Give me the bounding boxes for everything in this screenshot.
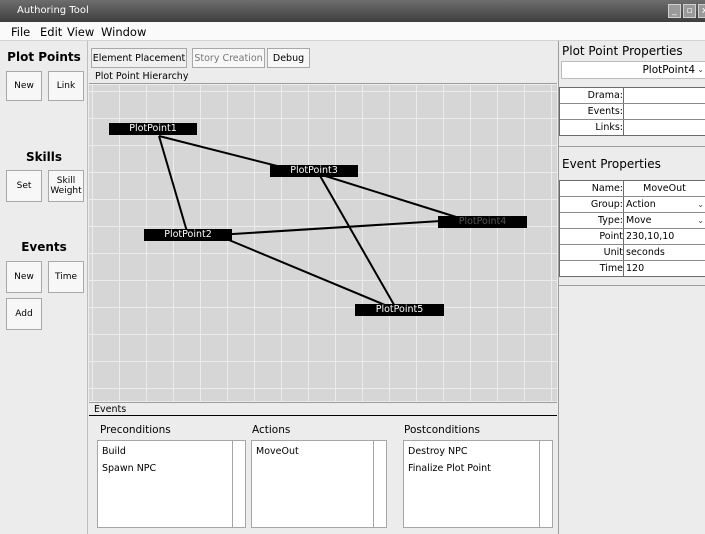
skills-heading: Skills	[25, 150, 63, 164]
menu-edit[interactable]: Edit	[40, 25, 62, 39]
divider	[559, 146, 705, 147]
set-skill-button[interactable]: Set	[6, 170, 42, 202]
property-row: Name: MoveOut	[560, 181, 705, 197]
preconditions-list[interactable]: Build Spawn NPC	[97, 440, 246, 528]
event-properties-table: Name: MoveOut Group: Action ⌄ Type: Move…	[559, 180, 705, 277]
property-label: Group:	[560, 197, 624, 212]
title-bar: Authoring Tool _ ▫ x	[0, 0, 705, 22]
skill-weight-label-line2: Weight	[50, 186, 82, 196]
event-unit-field[interactable]: seconds	[624, 245, 705, 260]
preconditions-heading: Preconditions	[100, 424, 171, 436]
new-plot-point-button[interactable]: New	[6, 71, 42, 101]
time-button[interactable]: Time	[48, 261, 84, 293]
chevron-down-icon[interactable]: ⌄	[697, 197, 704, 212]
divider	[559, 285, 705, 286]
menu-window[interactable]: Window	[101, 25, 146, 39]
events-field[interactable]	[624, 104, 705, 119]
plot-point-properties-heading: Plot Point Properties	[562, 44, 683, 58]
plot-point-node[interactable]: PlotPoint2	[144, 229, 232, 241]
list-item[interactable]: MoveOut	[256, 446, 299, 457]
skill-weight-label-line1: Skill	[56, 176, 76, 186]
property-label: Links:	[560, 120, 624, 135]
list-item[interactable]: Finalize Plot Point	[408, 463, 491, 474]
property-row: Links:	[560, 120, 705, 135]
scrollbar[interactable]	[232, 441, 245, 527]
property-row: Time 120	[560, 261, 705, 276]
plot-point-select-value: PlotPoint4	[642, 64, 695, 76]
property-label: Type:	[560, 213, 624, 228]
drama-field[interactable]	[624, 88, 705, 103]
scrollbar[interactable]	[539, 441, 552, 527]
events-panel-label: Events	[89, 402, 557, 416]
links-field[interactable]	[624, 120, 705, 135]
plot-point-node-selected[interactable]: PlotPoint4	[438, 216, 527, 228]
tab-element-placement[interactable]: Element Placement	[91, 48, 187, 68]
property-label: Unit	[560, 245, 624, 260]
events-heading: Events	[21, 240, 67, 254]
plot-point-properties-table: Drama: Events: Links:	[559, 87, 705, 136]
event-group-select[interactable]: Action	[624, 197, 705, 212]
menu-file[interactable]: File	[11, 25, 30, 39]
property-label: Events:	[560, 104, 624, 119]
actions-heading: Actions	[252, 424, 291, 436]
list-item[interactable]: Spawn NPC	[102, 463, 156, 474]
plot-point-node[interactable]: PlotPoint3	[270, 165, 358, 177]
event-type-select[interactable]: Move	[624, 213, 705, 228]
list-item[interactable]: Build	[102, 446, 126, 457]
property-row: Events:	[560, 104, 705, 120]
tab-debug[interactable]: Debug	[267, 48, 310, 68]
postconditions-heading: Postconditions	[404, 424, 480, 436]
postconditions-list[interactable]: Destroy NPC Finalize Plot Point	[403, 440, 553, 528]
add-event-button[interactable]: Add	[6, 298, 42, 330]
plot-point-node[interactable]: PlotPoint1	[109, 123, 197, 135]
actions-list[interactable]: MoveOut	[251, 440, 387, 528]
event-time-field[interactable]: 120	[624, 261, 705, 276]
event-point-field[interactable]: 230,10,10	[624, 229, 705, 244]
property-label: Name:	[560, 181, 624, 196]
chevron-down-icon[interactable]: ⌄	[697, 213, 704, 228]
scrollbar[interactable]	[373, 441, 386, 527]
restore-icon[interactable]: ▫	[683, 4, 696, 18]
event-properties-heading: Event Properties	[562, 157, 661, 171]
edge-pp2-pp4	[216, 220, 442, 236]
tab-story-creation[interactable]: Story Creation	[192, 48, 265, 68]
hierarchy-label: Plot Point Hierarchy	[89, 70, 557, 84]
chevron-down-icon: ⌄	[697, 65, 704, 74]
menu-view[interactable]: View	[67, 25, 94, 39]
left-panel: Plot Points New Link Skills Set Skill We…	[0, 41, 88, 534]
close-icon[interactable]: x	[698, 4, 705, 18]
property-row: Type: Move ⌄	[560, 213, 705, 229]
plot-points-heading: Plot Points	[7, 50, 81, 64]
plot-point-node[interactable]: PlotPoint5	[355, 304, 444, 316]
minimize-icon[interactable]: _	[668, 4, 681, 18]
property-row: Unit seconds	[560, 245, 705, 261]
edge-pp2-pp5	[216, 234, 398, 311]
list-item[interactable]: Destroy NPC	[408, 446, 467, 457]
event-name-field[interactable]: MoveOut	[624, 181, 705, 196]
property-row: Drama:	[560, 88, 705, 104]
plot-point-canvas[interactable]: PlotPoint1 PlotPoint2 PlotPoint3 PlotPoi…	[89, 85, 557, 401]
new-event-button[interactable]: New	[6, 261, 42, 293]
property-row: Group: Action ⌄	[560, 197, 705, 213]
link-button[interactable]: Link	[48, 71, 84, 101]
plot-point-select[interactable]: PlotPoint4 ⌄	[561, 61, 705, 79]
skill-weight-button[interactable]: Skill Weight	[48, 170, 84, 202]
menu-bar: File Edit View Window	[0, 22, 705, 41]
property-label: Time	[560, 261, 624, 276]
property-label: Drama:	[560, 88, 624, 103]
edge-pp1-pp2	[158, 135, 189, 236]
property-label: Point	[560, 229, 624, 244]
window-title: Authoring Tool	[17, 5, 89, 16]
property-row: Point 230,10,10	[560, 229, 705, 245]
